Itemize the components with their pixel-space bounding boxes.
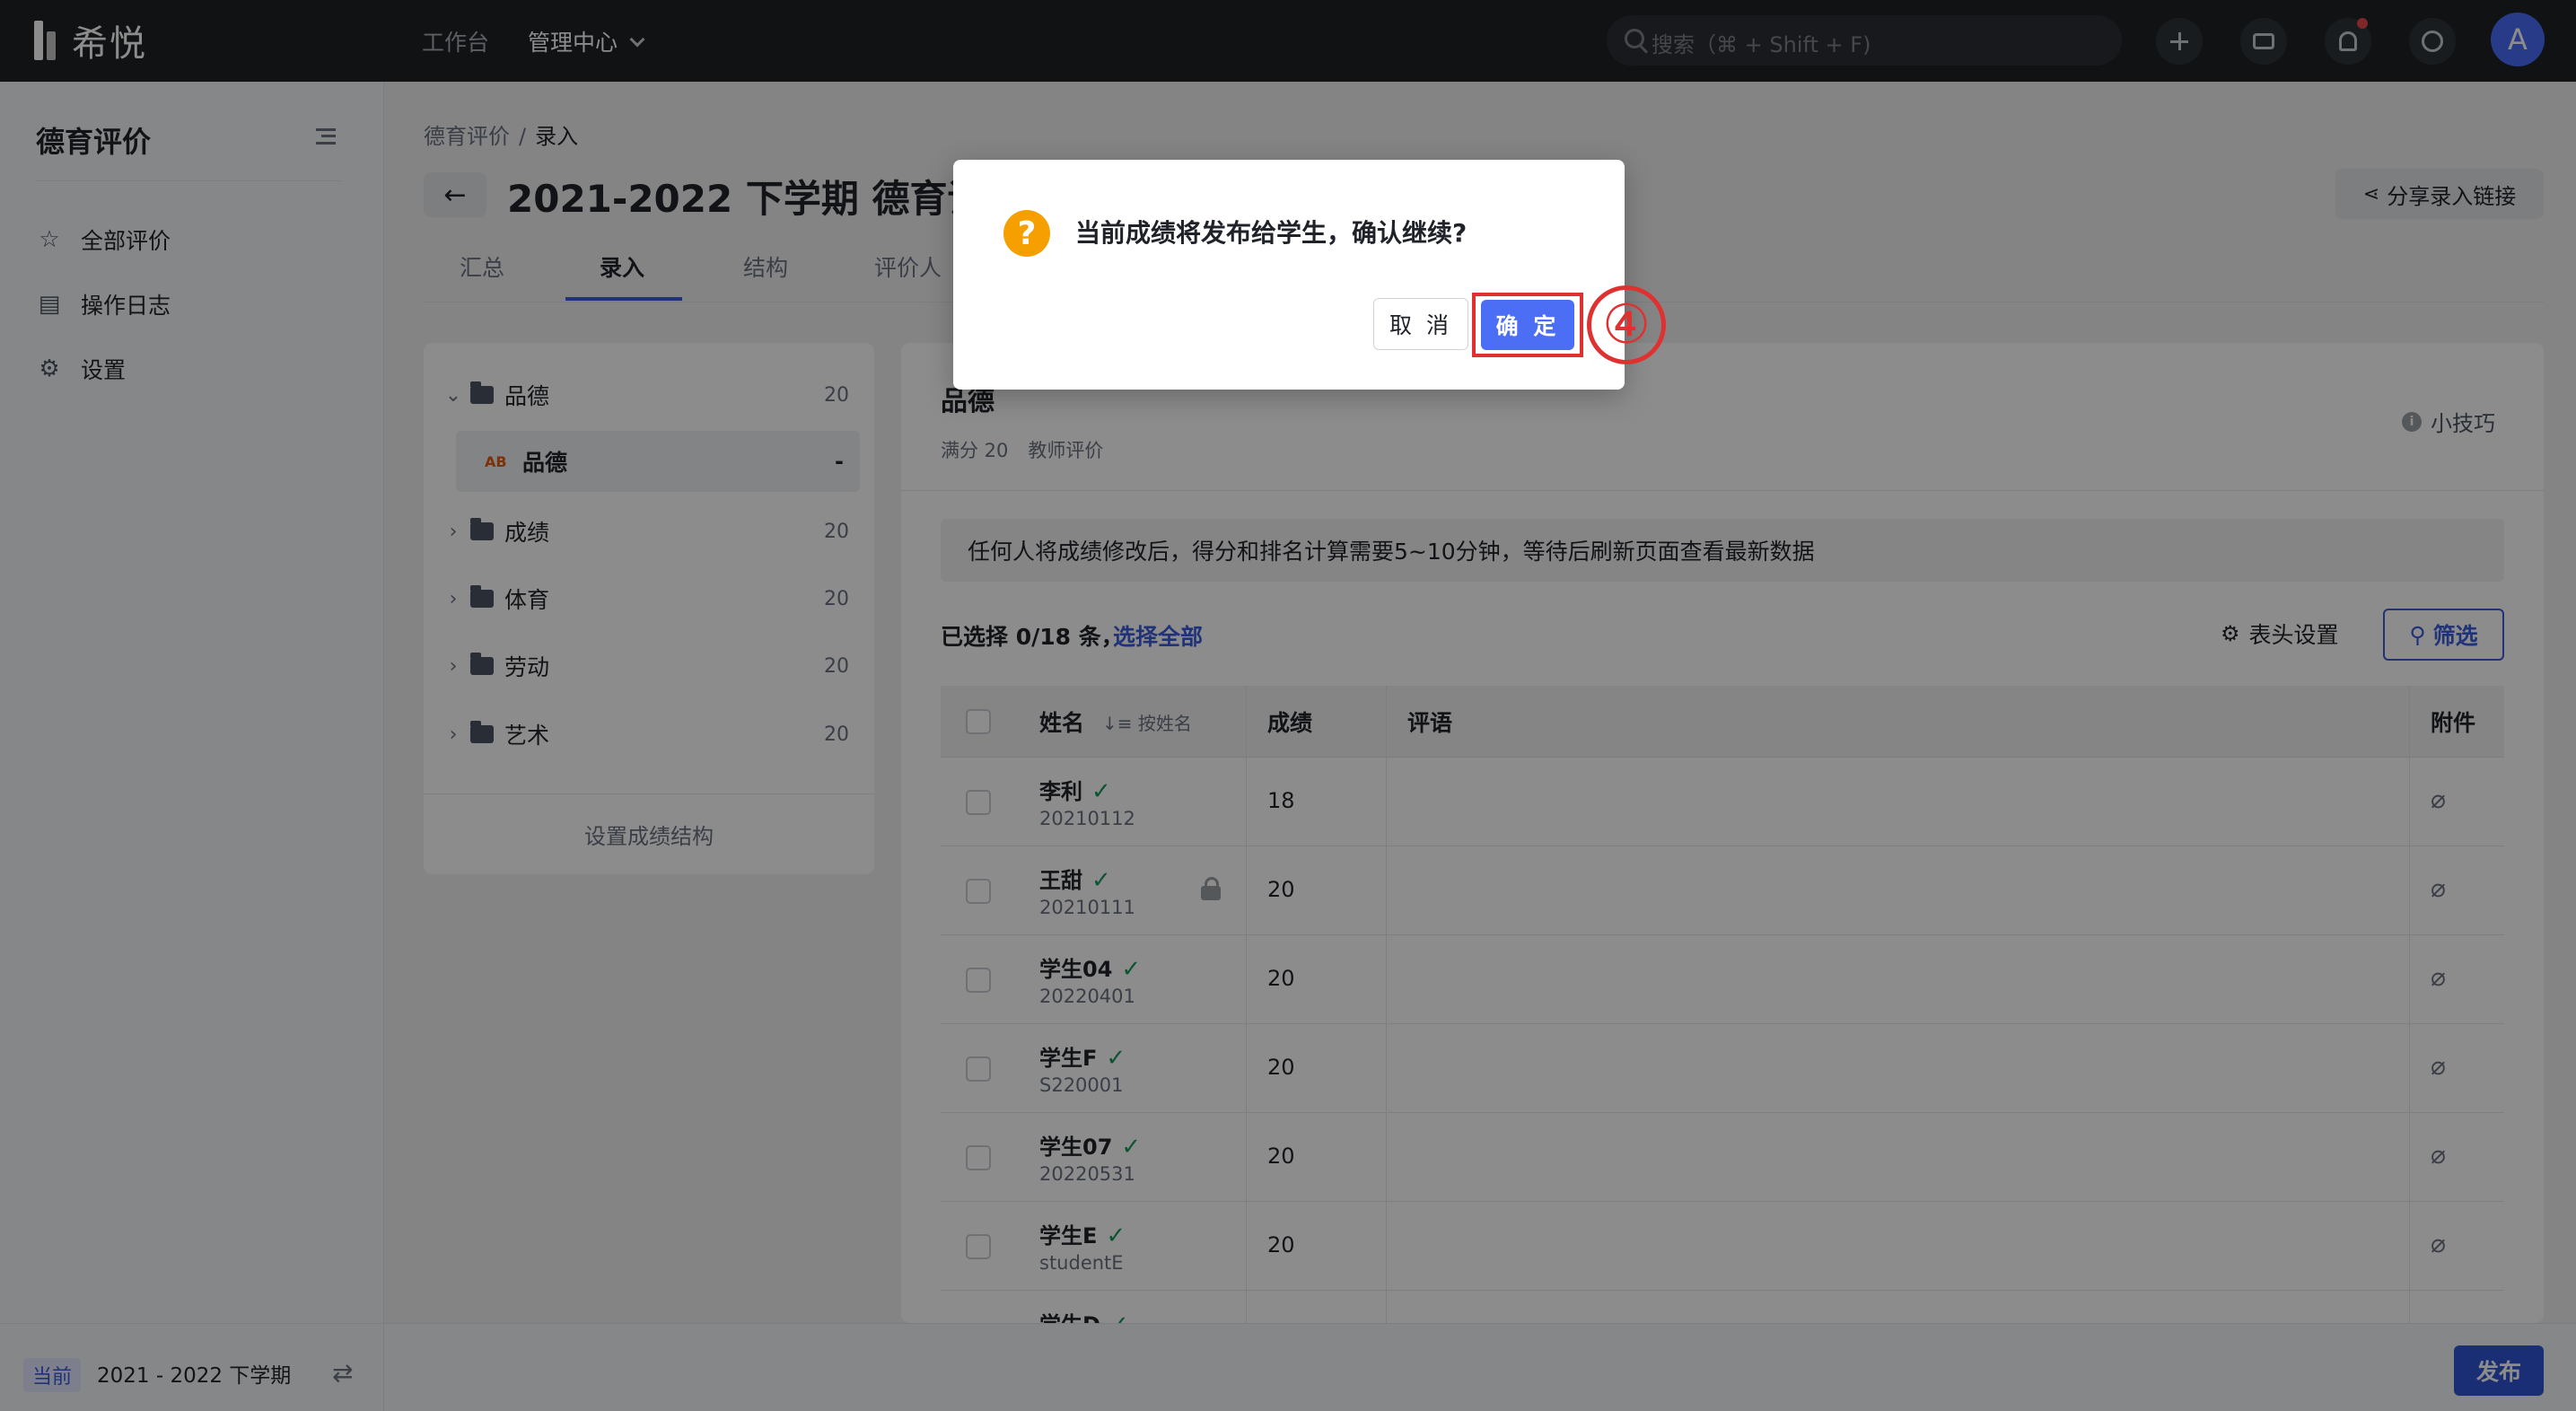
highlight-box: 确 定 [1472,293,1583,357]
confirm-dialog: ? 当前成绩将发布给学生，确认继续? 取 消 确 定 [953,160,1625,390]
dialog-message: 当前成绩将发布给学生，确认继续? [1075,218,1468,248]
cancel-button[interactable]: 取 消 [1373,298,1468,350]
confirm-button[interactable]: 确 定 [1481,300,1574,350]
step-number-marker: ④ [1587,285,1666,364]
question-icon: ? [1003,210,1050,257]
